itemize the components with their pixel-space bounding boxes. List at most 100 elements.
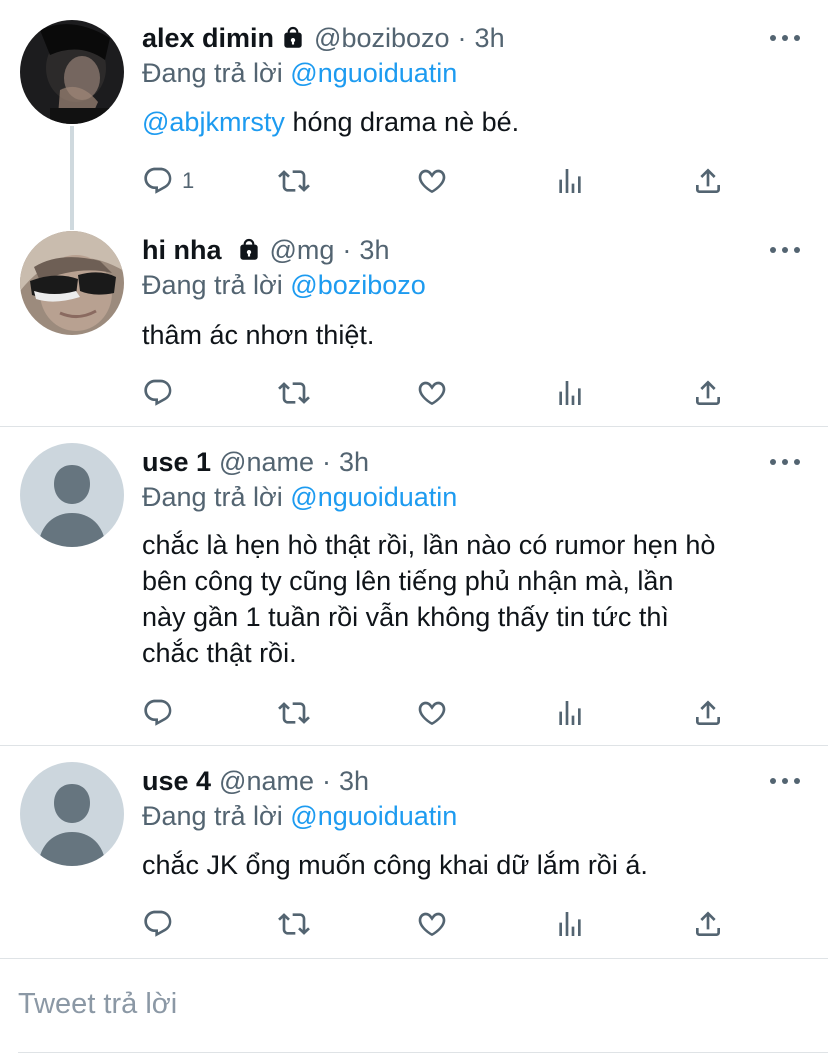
more-icon[interactable]	[770, 457, 800, 467]
user-handle[interactable]: @bozibozo	[314, 23, 450, 54]
share-button[interactable]	[692, 163, 724, 199]
replying-to-handle[interactable]: @nguoiduatin	[290, 482, 457, 512]
avatar[interactable]	[20, 231, 124, 335]
avatar[interactable]	[20, 20, 124, 124]
timestamp[interactable]: 3h	[475, 23, 505, 54]
tweet-line: bên công ty cũng lên tiếng phủ nhận mà, …	[142, 566, 674, 596]
replying-to-handle[interactable]: @nguoiduatin	[290, 801, 457, 831]
avatar[interactable]	[20, 762, 124, 866]
tweet-text: chắc JK ổng muốn công khai dữ lắm rồi á.	[142, 847, 804, 883]
tweet-4[interactable]: use 4 @name · 3h Đang trả lời @nguoiduat…	[0, 746, 828, 958]
analytics-icon	[554, 908, 586, 940]
replying-to-label: Đang trả lời	[142, 482, 283, 512]
tweet-2[interactable]: hi nha @mg · 3h Đang trả lời @bozibozo t…	[0, 215, 828, 427]
retweet-button[interactable]	[278, 163, 310, 199]
timestamp[interactable]: 3h	[359, 235, 389, 266]
tweet-line: này gần 1 tuần rồi vẫn không thấy tin tứ…	[142, 602, 669, 632]
share-button[interactable]	[692, 906, 724, 942]
user-handle[interactable]: @name	[219, 447, 314, 478]
reply-icon	[142, 908, 174, 940]
replying-to: Đang trả lời @nguoiduatin	[142, 801, 457, 832]
display-name[interactable]: alex dimin	[142, 23, 274, 54]
like-button[interactable]	[416, 695, 448, 731]
user-handle[interactable]: @name	[219, 766, 314, 797]
like-icon	[416, 377, 448, 409]
separator: ·	[322, 446, 331, 477]
tweet-3[interactable]: use 1 @name · 3h Đang trả lời @nguoiduat…	[0, 427, 828, 745]
replying-to-handle[interactable]: @nguoiduatin	[290, 58, 457, 88]
retweet-button[interactable]	[278, 375, 310, 411]
divider	[0, 958, 828, 959]
share-icon	[692, 165, 724, 197]
analytics-button[interactable]	[554, 906, 586, 942]
share-button[interactable]	[692, 375, 724, 411]
share-icon	[692, 908, 724, 940]
mention-link[interactable]: @abjkmrsty	[142, 107, 285, 137]
like-button[interactable]	[416, 375, 448, 411]
tweet-body: hóng drama nè bé.	[292, 107, 520, 137]
retweet-icon	[278, 908, 310, 940]
tweet-body: thâm ác nhơn thiệt.	[142, 320, 375, 350]
replying-to: Đang trả lời @nguoiduatin	[142, 58, 457, 89]
retweet-button[interactable]	[278, 906, 310, 942]
reply-button[interactable]	[142, 375, 174, 411]
tweet-line: chắc là hẹn hò thật rồi, lần nào có rumo…	[142, 530, 716, 560]
reply-input[interactable]: Tweet trả lời	[18, 988, 177, 1021]
retweet-button[interactable]	[278, 695, 310, 731]
display-name[interactable]: use 4	[142, 766, 211, 797]
default-avatar-icon	[20, 443, 124, 547]
tweet-header: alex dimin @bozibozo · 3h	[142, 20, 768, 56]
share-button[interactable]	[692, 695, 724, 731]
share-icon	[692, 697, 724, 729]
action-bar	[142, 695, 742, 731]
retweet-icon	[278, 377, 310, 409]
reply-icon	[142, 377, 174, 409]
like-button[interactable]	[416, 163, 448, 199]
like-icon	[416, 697, 448, 729]
tweet-header: hi nha @mg · 3h	[142, 232, 768, 268]
separator: ·	[322, 765, 331, 796]
more-icon[interactable]	[770, 33, 800, 43]
replying-to-handle[interactable]: @bozibozo	[290, 270, 426, 300]
share-icon	[692, 377, 724, 409]
action-bar	[142, 906, 742, 942]
lock-icon	[280, 25, 306, 51]
tweet-header: use 4 @name · 3h	[142, 763, 768, 799]
separator: ·	[457, 22, 467, 53]
tweet-header: use 1 @name · 3h	[142, 444, 768, 480]
replying-to-label: Đang trả lời	[142, 270, 283, 300]
analytics-icon	[554, 165, 586, 197]
tweet-1[interactable]: alex dimin @bozibozo · 3h Đang trả lời @…	[0, 0, 828, 230]
tweet-text: thâm ác nhơn thiệt.	[142, 317, 804, 353]
user-handle[interactable]: @mg	[270, 235, 335, 266]
separator: ·	[342, 234, 352, 265]
analytics-button[interactable]	[554, 695, 586, 731]
like-icon	[416, 165, 448, 197]
analytics-icon	[554, 697, 586, 729]
more-icon[interactable]	[770, 245, 800, 255]
timestamp[interactable]: 3h	[339, 766, 369, 797]
analytics-icon	[554, 377, 586, 409]
retweet-icon	[278, 697, 310, 729]
tweet-text: chắc là hẹn hò thật rồi, lần nào có rumo…	[142, 527, 804, 671]
timestamp[interactable]: 3h	[339, 447, 369, 478]
reply-button[interactable]	[142, 695, 174, 731]
reply-count: 1	[182, 168, 195, 193]
analytics-button[interactable]	[554, 375, 586, 411]
tweet-body: chắc JK ổng muốn công khai dữ lắm rồi á.	[142, 850, 648, 880]
retweet-icon	[278, 165, 310, 197]
replying-to: Đang trả lời @bozibozo	[142, 270, 426, 301]
replying-to: Đang trả lời @nguoiduatin	[142, 482, 457, 513]
replying-to-label: Đang trả lời	[142, 801, 283, 831]
action-bar	[142, 375, 742, 411]
reply-placeholder: Tweet trả lời	[18, 988, 178, 1020]
reply-icon	[142, 697, 174, 729]
display-name[interactable]: hi nha	[142, 235, 222, 266]
display-name[interactable]: use 1	[142, 447, 211, 478]
analytics-button[interactable]	[554, 163, 586, 199]
reply-button[interactable]: 1	[142, 163, 194, 199]
avatar[interactable]	[20, 443, 124, 547]
more-icon[interactable]	[770, 776, 800, 786]
reply-button[interactable]	[142, 906, 174, 942]
like-button[interactable]	[416, 906, 448, 942]
